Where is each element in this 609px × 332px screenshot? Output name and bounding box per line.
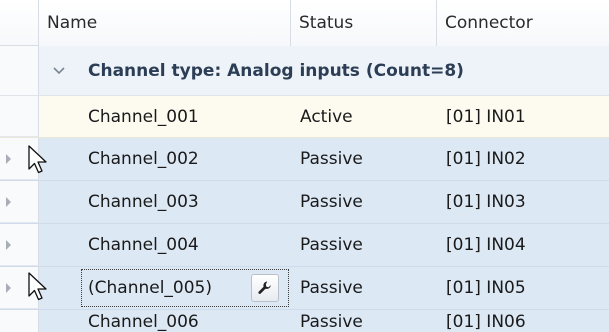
- table-row[interactable]: (Channel_005) Passive [01] IN05: [0, 267, 609, 310]
- cell-connector[interactable]: [01] IN06: [437, 310, 609, 332]
- table-row[interactable]: Channel_002 Passive [01] IN02: [0, 138, 609, 181]
- column-header-name[interactable]: Name: [39, 0, 291, 46]
- cell-connector[interactable]: [01] IN05: [437, 267, 609, 309]
- table-row[interactable]: Channel_006 Passive [01] IN06: [0, 310, 609, 332]
- cell-name[interactable]: Channel_001: [79, 96, 291, 137]
- row-indicator-header: [0, 0, 39, 46]
- grid-header: Name Status Connector: [0, 0, 609, 46]
- cell-name[interactable]: (Channel_005): [88, 278, 212, 298]
- table-row[interactable]: Channel_001 Active [01] IN01: [0, 96, 609, 138]
- cell-status[interactable]: Passive: [291, 267, 437, 309]
- row-arrow-icon: [6, 153, 11, 164]
- cell-name[interactable]: Channel_003: [79, 181, 291, 223]
- row-arrow-icon: [6, 196, 11, 207]
- column-header-connector[interactable]: Connector: [437, 0, 609, 46]
- cell-status[interactable]: Passive: [291, 310, 437, 332]
- group-row[interactable]: Channel type: Analog inputs (Count=8): [0, 46, 609, 96]
- row-indicator[interactable]: [0, 138, 39, 180]
- chevron-down-icon[interactable]: [53, 46, 65, 95]
- row-indicator: [0, 310, 39, 332]
- row-indicator: [0, 96, 39, 137]
- row-indicator[interactable]: [0, 267, 39, 309]
- wrench-icon[interactable]: [251, 274, 279, 302]
- cell-connector[interactable]: [01] IN03: [437, 181, 609, 223]
- table-row[interactable]: Channel_003 Passive [01] IN03: [0, 181, 609, 224]
- group-label: Channel type: Analog inputs (Count=8): [88, 60, 464, 81]
- cell-status[interactable]: Passive: [291, 224, 437, 266]
- row-arrow-icon: [6, 239, 11, 250]
- cell-connector[interactable]: [01] IN01: [437, 96, 609, 137]
- cell-name[interactable]: Channel_002: [79, 138, 291, 180]
- cell-name[interactable]: Channel_006: [79, 310, 291, 332]
- row-indicator[interactable]: [0, 181, 39, 223]
- row-indicator: [0, 46, 39, 95]
- cell-connector[interactable]: [01] IN02: [437, 138, 609, 180]
- table-row[interactable]: Channel_004 Passive [01] IN04: [0, 224, 609, 267]
- column-header-status[interactable]: Status: [291, 0, 437, 46]
- row-indicator[interactable]: [0, 224, 39, 266]
- cell-connector[interactable]: [01] IN04: [437, 224, 609, 266]
- row-arrow-icon: [6, 282, 11, 293]
- cell-status[interactable]: Passive: [291, 138, 437, 180]
- channel-grid: Name Status Connector Channel type: Anal…: [0, 0, 609, 332]
- cell-status[interactable]: Active: [291, 96, 437, 137]
- cell-status[interactable]: Passive: [291, 181, 437, 223]
- cell-name-focused[interactable]: (Channel_005): [79, 267, 291, 309]
- cell-name[interactable]: Channel_004: [79, 224, 291, 266]
